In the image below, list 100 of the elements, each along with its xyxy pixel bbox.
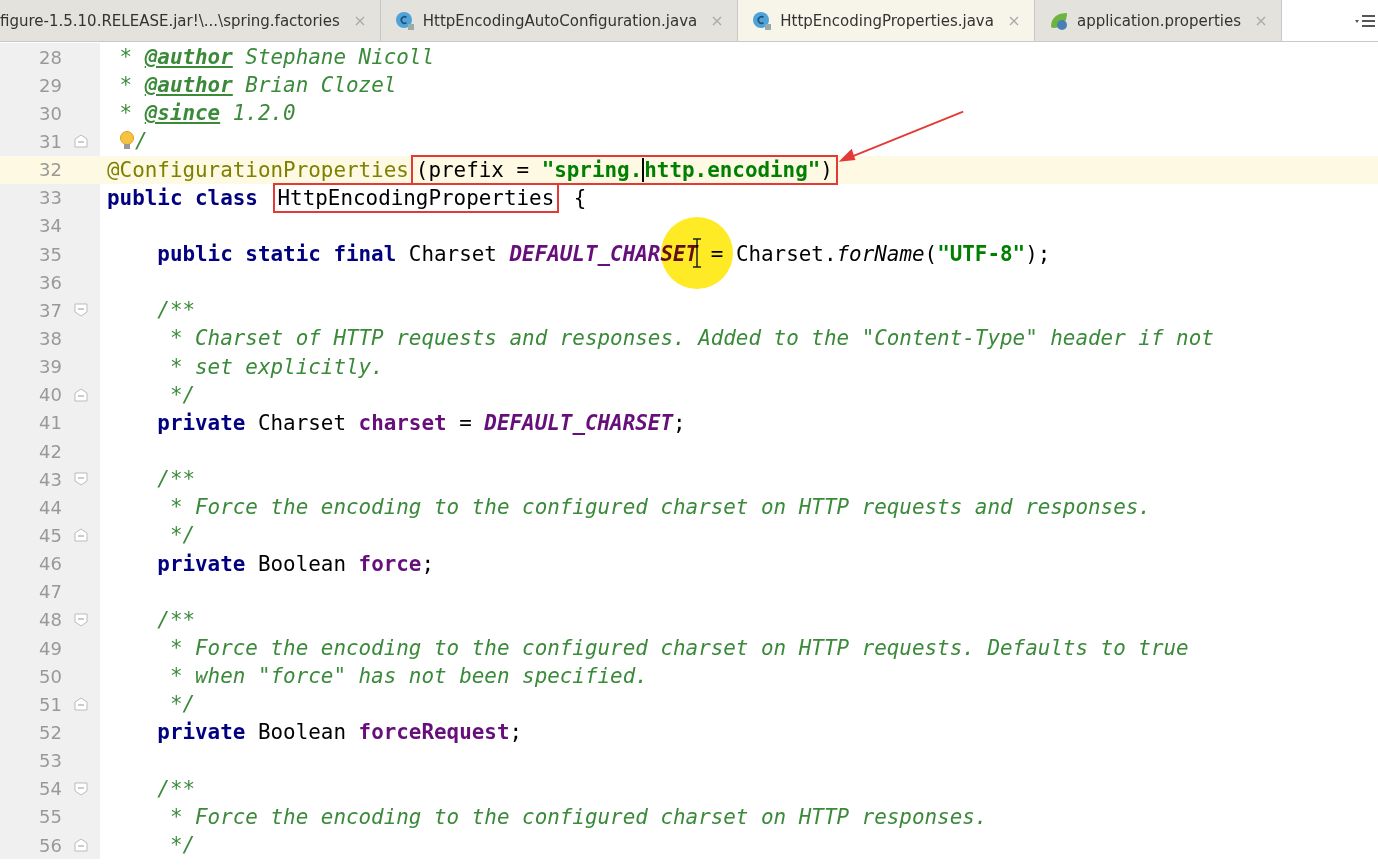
string-literal: "UTF-8" [937, 242, 1026, 267]
comment-text: /** [156, 776, 196, 801]
field-name: forceRequest [358, 720, 510, 745]
annotation: @ConfigurationProperties [107, 157, 409, 182]
fold-marker-icon[interactable] [74, 134, 88, 149]
keyword: public class [107, 185, 259, 210]
fold-marker-icon[interactable] [74, 528, 88, 543]
keyword: private [156, 410, 246, 435]
comment-text: * Force the encoding to the configured charset on HTTP requests. Defaults to true [168, 636, 1189, 660]
editor-tab[interactable]: figure-1.5.10.RELEASE.jar!\...\spring.factories [0, 0, 381, 41]
code-text: ) [820, 157, 833, 182]
code-text: Charset [256, 410, 347, 435]
line-number: 41 [38, 412, 62, 434]
line-number: 38 [38, 327, 62, 349]
line-number: 50 [38, 665, 62, 687]
class-file-icon [394, 10, 415, 31]
line-number: 32 [38, 159, 62, 181]
code-text: ; [673, 410, 686, 435]
javadoc-tag: @author [144, 45, 233, 70]
comment-text: * set explicitly. [168, 354, 384, 379]
comment-text: 1.2.0 [231, 101, 296, 126]
line-number: 28 [38, 46, 62, 68]
code-text: ; [509, 720, 523, 745]
code-text: ; [421, 551, 435, 576]
line-number: 51 [38, 693, 62, 715]
line-number: 33 [38, 187, 62, 209]
close-icon[interactable] [353, 14, 366, 27]
keyword: private [156, 551, 246, 576]
fold-marker-icon[interactable] [74, 472, 88, 487]
comment-text: /** [156, 467, 196, 492]
code-text: Boolean [256, 551, 347, 576]
javadoc-tag: @author [144, 73, 233, 98]
constant-name: DEFAULT_CHARSET [484, 410, 673, 435]
line-number: 30 [38, 102, 62, 124]
line-number: 42 [38, 440, 62, 462]
field-name: force [358, 551, 422, 576]
line-number: 40 [38, 384, 62, 406]
text-cursor [642, 157, 645, 182]
code-text: = Charset. [709, 242, 837, 267]
fold-marker-icon[interactable] [74, 303, 88, 318]
comment-text: / [135, 129, 148, 154]
line-number: 44 [38, 496, 62, 518]
line-number: 53 [38, 750, 62, 772]
fold-marker-icon[interactable] [74, 838, 88, 852]
code-text: HttpEncodingProperties [277, 185, 555, 210]
tab-list-menu-icon[interactable] [1354, 13, 1376, 28]
fold-marker-icon[interactable] [74, 781, 88, 796]
fold-marker-icon[interactable] [74, 612, 88, 627]
method-name: forName [836, 242, 925, 267]
line-number: 35 [38, 243, 62, 265]
comment-text: * when "force" has not been specified. [168, 664, 648, 689]
line-number: 31 [38, 131, 62, 152]
line-number: 52 [38, 721, 62, 743]
line-number: 56 [38, 834, 62, 856]
comment-text: /** [156, 298, 196, 323]
line-number: 55 [38, 806, 62, 828]
field-name: charset [358, 410, 447, 435]
code-text: Charset [407, 242, 498, 267]
keyword: public static final [156, 242, 397, 267]
editor-tab[interactable]: HttpEncodingProperties.java [738, 0, 1035, 41]
comment-text: * Charset of HTTP requests and responses. Added to the "Content-Type" header if not [168, 326, 1214, 351]
comment-text: * Force the encoding to the configured charset on HTTP responses. [168, 804, 988, 829]
keyword: private [156, 720, 246, 745]
comment-text: */ [168, 523, 196, 548]
comment-text: Brian Clozel [244, 73, 397, 98]
close-icon[interactable] [1255, 14, 1267, 27]
fold-marker-icon[interactable] [74, 387, 88, 402]
line-number: 47 [38, 581, 62, 603]
code-text: = [458, 410, 473, 435]
comment-text: * [118, 73, 134, 98]
line-number: 48 [38, 609, 62, 631]
line-number: 29 [38, 74, 62, 96]
comment-text: Stephane Nicoll [244, 45, 435, 70]
line-number: 49 [38, 637, 62, 659]
comment-text: */ [168, 382, 196, 407]
comment-text: * [118, 45, 134, 70]
line-number: 36 [38, 271, 62, 293]
line-number: 45 [38, 524, 62, 546]
line-number: 43 [38, 468, 62, 490]
comment-text: /** [156, 607, 196, 632]
line-number: 39 [38, 356, 62, 378]
string-literal: "spring. [541, 157, 643, 182]
leaf-icon [1048, 10, 1069, 31]
line-number: 37 [38, 299, 62, 321]
code-text: ( [924, 242, 938, 267]
editor-tab[interactable]: application.properties [1034, 0, 1282, 41]
editor-tab[interactable]: HttpEncodingAutoConfiguration.java [380, 0, 739, 41]
javadoc-tag: @since [144, 101, 221, 126]
fold-marker-icon[interactable] [74, 697, 88, 712]
code-text: ); [1025, 242, 1051, 267]
line-number: 46 [38, 553, 62, 575]
comment-text: * Force the encoding to the configured charset on HTTP requests and responses. [168, 495, 1151, 520]
comment-text: */ [168, 692, 196, 717]
string-literal: http.encoding" [644, 157, 821, 182]
class-file-icon [752, 10, 773, 31]
comment-text: * [118, 101, 134, 126]
close-icon[interactable] [1007, 14, 1020, 27]
code-text: Boolean [256, 720, 347, 745]
code-text: { [572, 185, 587, 210]
close-icon[interactable] [711, 14, 724, 27]
